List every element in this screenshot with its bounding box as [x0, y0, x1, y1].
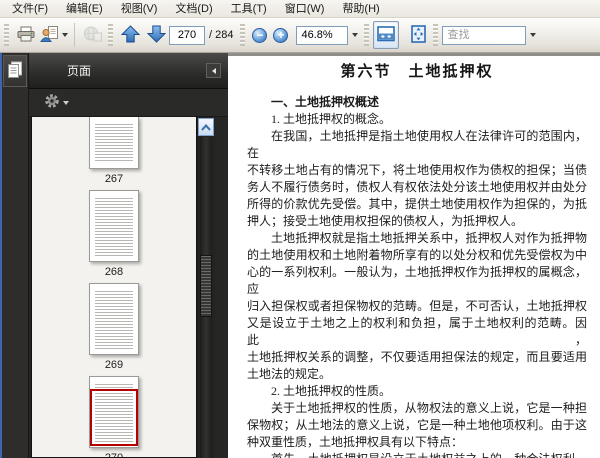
text-line: 心的一系列权利。一般认为，土地抵押权作为抵押权的属概念，应 — [247, 265, 587, 296]
pages-panel: 页面 267 268 269 270 — [29, 53, 228, 458]
text-line: 所得的价款优先受偿。其中，提供土地使用权作为担保的，为抵 — [247, 197, 587, 211]
text-line: 务人不履行债务时，债权人有权依法处分该土地使用权并由处分 — [247, 180, 587, 194]
panel-header: 页面 — [29, 53, 228, 89]
thumbnail-page-number: 269 — [104, 359, 124, 371]
text-line: 土地法的规定。 — [247, 367, 332, 381]
scrollbar-thumb[interactable] — [200, 255, 212, 317]
page-total-label: / 284 — [209, 29, 234, 41]
zoom-in-button[interactable]: + — [273, 27, 289, 43]
next-page-button[interactable] — [143, 21, 169, 49]
menubar: 文件(F) 编辑(E) 视图(V) 文档(D) 工具(T) 窗口(W) 帮助(H) — [0, 0, 600, 18]
arrow-up-icon — [120, 24, 140, 46]
page-thumbnail[interactable] — [89, 283, 139, 355]
text-line: 的土地使用权和土地附着物所享有的以处分权和优先受偿权为中 — [247, 248, 587, 262]
panel-body: 267 268 269 270 — [29, 117, 228, 458]
thumbnail-page-number: 267 — [104, 173, 124, 185]
thumbnail-page-number: 270 — [104, 452, 124, 458]
printer-icon — [17, 26, 35, 45]
search-dropdown-button[interactable] — [526, 21, 540, 49]
text-line: 在我国，土地抵押是指土地使用权人在法律许可的范围内，在 — [247, 129, 587, 160]
fit-width-button[interactable] — [373, 21, 400, 49]
text-line: 归入担保权或者担保物权的范畴。但是，不可否认，土地抵押权 — [247, 299, 587, 313]
text-line: 2. 土地抵押权的性质。 — [271, 384, 392, 398]
page-thumbnail[interactable] — [89, 190, 139, 262]
fit-page-icon — [411, 24, 426, 46]
chevron-down-icon — [530, 33, 537, 37]
page-thumbnail[interactable] — [89, 376, 139, 448]
triangle-left-icon — [211, 67, 216, 74]
menu-item[interactable]: 编辑(E) — [57, 0, 112, 19]
scrollbar-track[interactable] — [200, 137, 212, 458]
toolbar-grip[interactable] — [433, 24, 439, 46]
chevron-down-icon — [62, 33, 68, 37]
person-document-icon — [40, 25, 60, 45]
thumbnail-content — [95, 124, 133, 163]
visible-area-box[interactable] — [90, 389, 138, 446]
text-line: 土地抵押权关系的调整，不仅要适用担保法的规定，而且要适用 — [247, 350, 587, 364]
zoom-dropdown-button[interactable] — [348, 21, 362, 49]
toolbar-grip[interactable] — [108, 24, 113, 46]
menu-item[interactable]: 文档(D) — [166, 0, 221, 19]
text-line: 土地抵押权就是指土地抵押关系中，抵押权人对作为抵押物 — [271, 231, 587, 245]
pages-panel-tab[interactable] — [3, 55, 27, 87]
chevron-down-icon — [63, 100, 69, 105]
zoom-level-input[interactable] — [296, 25, 349, 45]
document-text: 一、土地抵押权概述 1. 土地抵押权的概念。在我国，土地抵押是指土地使用权人在法律… — [247, 94, 587, 458]
collapse-panel-button[interactable] — [206, 63, 221, 78]
text-line: 首先，土地抵押权是设立于土地权益之上的一种合法权利，它 — [247, 451, 587, 458]
toolbar-grip[interactable] — [240, 24, 246, 46]
thumbnail-content — [95, 198, 133, 256]
thumbnail-content — [95, 291, 133, 349]
search-input[interactable] — [442, 25, 527, 45]
menu-item[interactable]: 帮助(H) — [333, 0, 388, 19]
toolbar-separator — [74, 23, 75, 47]
chevron-up-icon — [201, 123, 211, 131]
thumbnail-scrollbar — [197, 117, 215, 458]
text-line: 保物权；从土地法的意义上说，它是一种土地他项权利。由于这 — [247, 418, 587, 432]
share-review-button[interactable] — [39, 21, 69, 49]
text-line: 种双重性质，土地抵押权具有以下特点： — [247, 435, 464, 449]
fit-width-icon — [377, 25, 396, 45]
document-page[interactable]: 第六节 土地抵押权 一、土地抵押权概述 1. 土地抵押权的概念。在我国，土地抵押是… — [228, 53, 600, 458]
menu-item[interactable]: 窗口(W) — [276, 0, 334, 19]
fit-page-button[interactable] — [405, 21, 431, 49]
toolbar: / 284 − + — [0, 18, 600, 53]
section-heading: 一、土地抵押权概述 — [271, 95, 380, 109]
globe-page-icon — [83, 26, 103, 45]
menu-item[interactable]: 文件(F) — [3, 0, 57, 19]
zoom-out-button[interactable]: − — [252, 27, 268, 43]
panel-options-row — [29, 89, 228, 117]
chevron-down-icon — [352, 33, 359, 37]
arrow-down-icon — [146, 25, 166, 46]
toolbar-grip[interactable] — [4, 24, 9, 46]
page-thumbnail[interactable] — [89, 117, 139, 169]
gear-icon — [44, 93, 60, 112]
page-number-input[interactable] — [169, 25, 205, 45]
toolbar-grip[interactable] — [364, 24, 370, 46]
options-gear-button[interactable] — [44, 93, 69, 112]
content-area: 页面 267 268 269 270 第六节 土地抵押权 一、土地抵押权概述 1… — [0, 53, 600, 458]
scroll-up-button[interactable] — [198, 118, 214, 136]
print-button[interactable] — [13, 21, 39, 49]
text-line: 押人；接受土地使用权担保的债权人，为抵押权人。 — [247, 214, 524, 228]
thumbnail-list: 267 268 269 270 — [31, 117, 197, 458]
navigation-rail — [2, 53, 29, 458]
menu-item[interactable]: 工具(T) — [222, 0, 276, 19]
page-title: 第六节 土地抵押权 — [340, 64, 494, 80]
panel-title: 页面 — [67, 64, 92, 78]
text-line: 1. 土地抵押权的概念。 — [271, 112, 392, 126]
text-line: 关于土地抵押权的性质，从物权法的意义上说，它是一种担 — [271, 401, 587, 415]
previous-page-button[interactable] — [117, 21, 143, 49]
pages-icon — [7, 61, 23, 82]
thumbnail-page-number: 268 — [104, 266, 124, 278]
text-line: 又是设立于土地之上的权利和负担，属于土地权利的范畴。因此， — [247, 316, 587, 347]
web-capture-button — [80, 21, 106, 49]
menu-item[interactable]: 视图(V) — [112, 0, 167, 19]
text-line: 不转移土地占有的情况下，将土地使用权作为债权的担保；当债 — [247, 163, 587, 177]
